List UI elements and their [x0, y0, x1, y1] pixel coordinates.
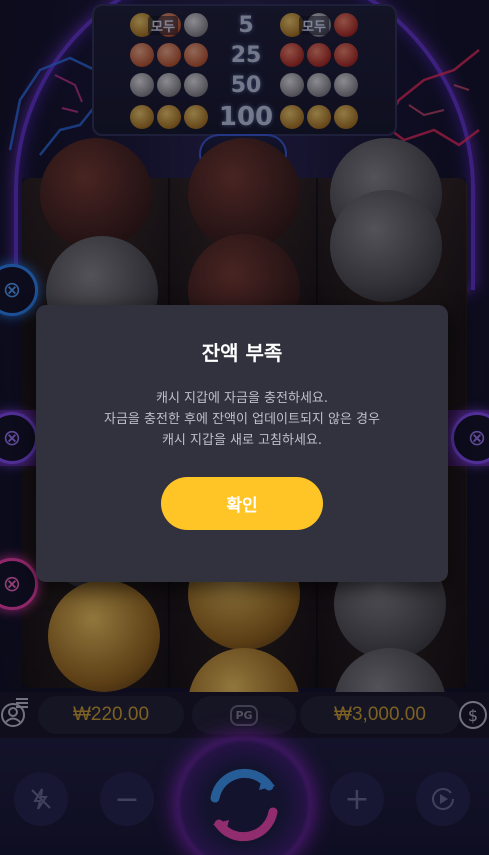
dialog-message-line: 자금을 충전한 후에 잔액이 업데이트되지 않은 경우 [104, 412, 380, 427]
confirm-button[interactable]: 확인 [161, 477, 323, 530]
dialog-message-line: 캐시 지갑을 새로 고침하세요. [161, 433, 323, 448]
dialog-message: 캐시 지갑에 자금을 충전하세요. 자금을 충전한 후에 잔액이 업데이트되지 … [36, 388, 448, 451]
dialog-title: 잔액 부족 [201, 341, 283, 365]
dialog-message-line: 캐시 지갑에 자금을 충전하세요. [155, 391, 328, 406]
insufficient-balance-dialog: 잔액 부족 캐시 지갑에 자금을 충전하세요. 자금을 충전한 후에 잔액이 업… [36, 305, 448, 582]
